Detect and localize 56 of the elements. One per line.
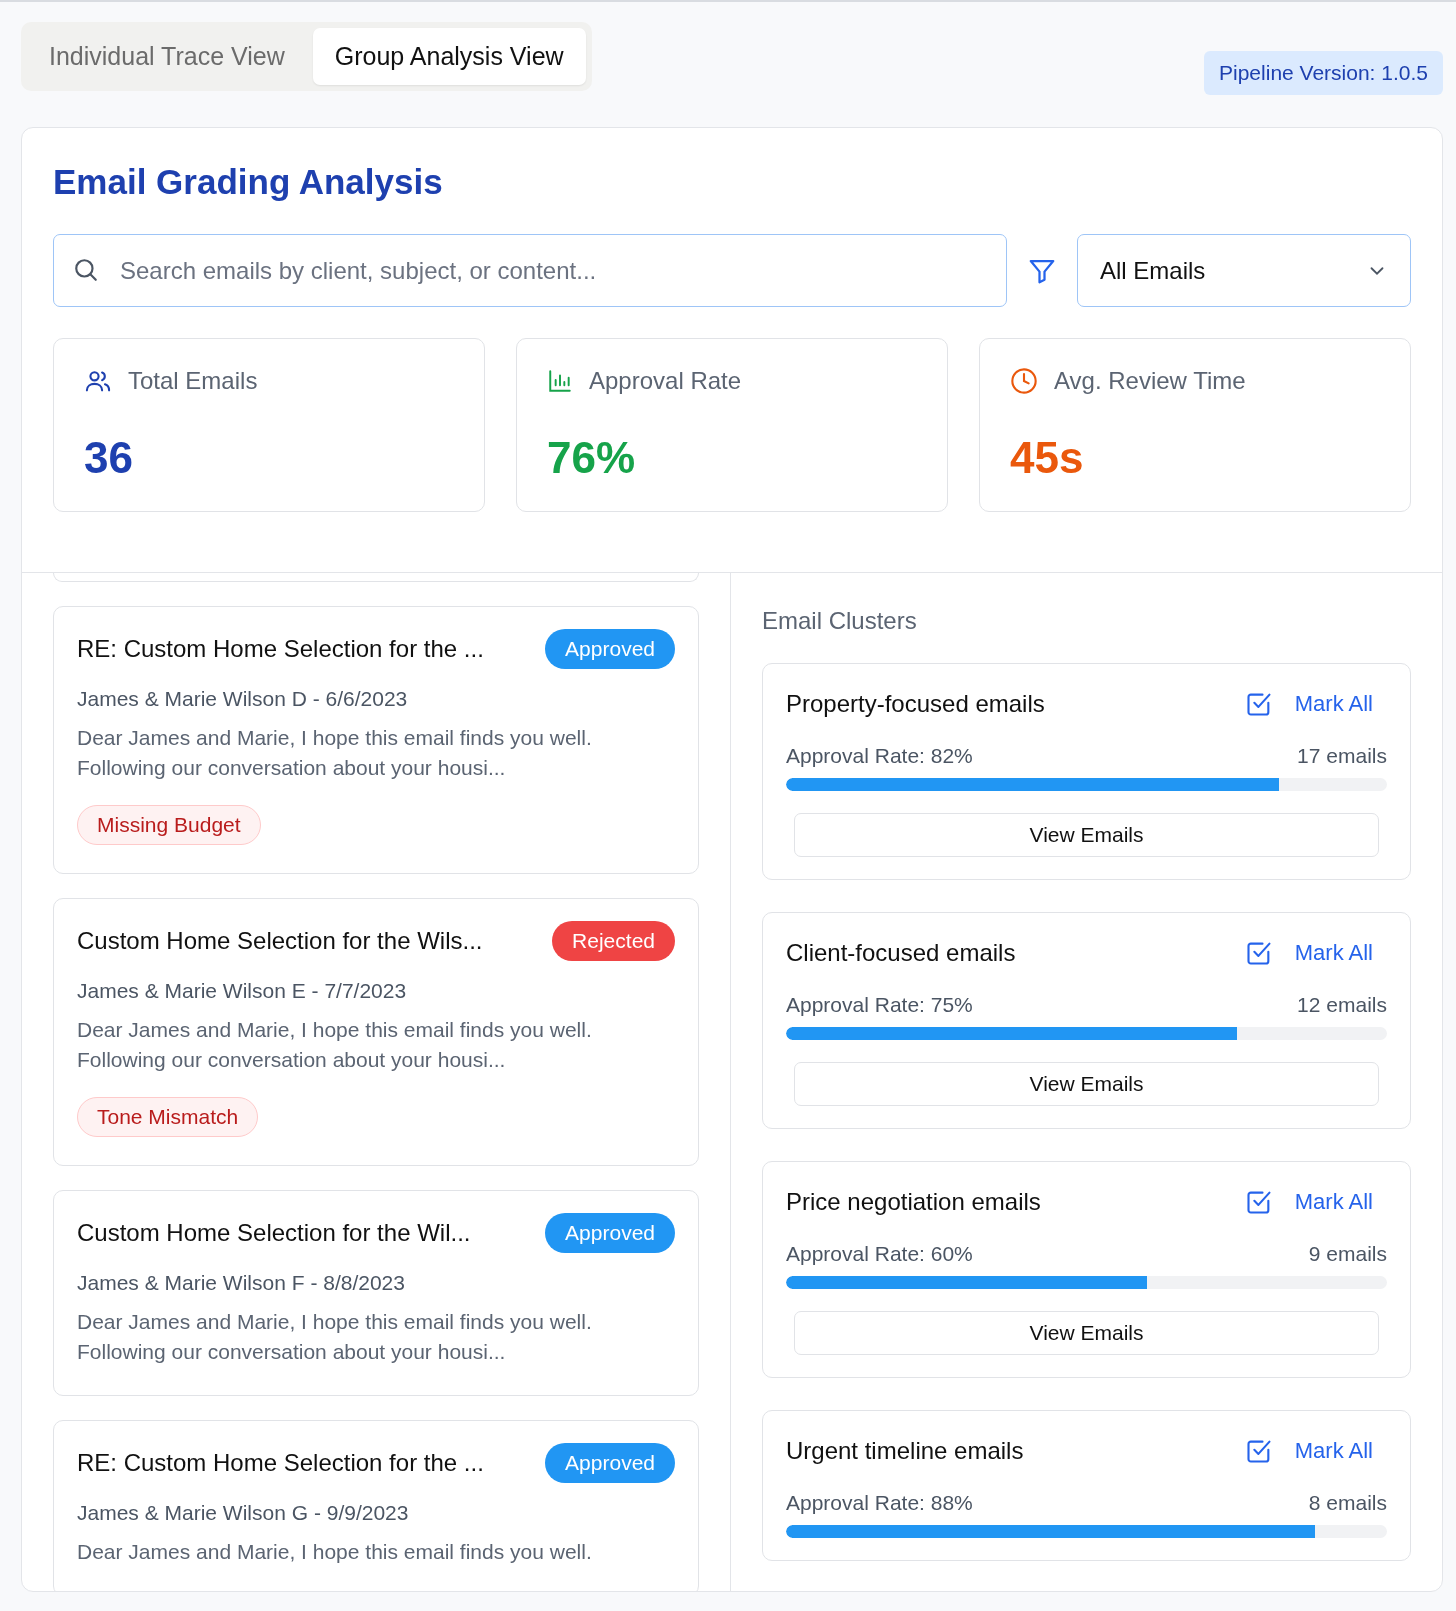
email-count: 17 emails <box>1297 744 1387 768</box>
sender-date: James & Marie Wilson F - 8/8/2023 <box>77 1271 406 1295</box>
email-card[interactable]: RE: Custom Home Selection for the ... Approved James & Marie Wilson D - 6/6/2023 Dear James and Marie, I hope this email finds you well. Following our conversation about your housi... Missing Budget <box>53 606 699 874</box>
section-title: Email Clusters <box>762 607 918 635</box>
bar-chart-icon <box>547 368 573 394</box>
page-title: Email Grading Analysis <box>53 162 444 202</box>
email-count: 8 emails <box>1308 1491 1387 1515</box>
mark-all-button[interactable]: Mark All <box>1244 690 1387 718</box>
clock-icon <box>1010 367 1038 395</box>
view-emails-button[interactable]: View Emails <box>794 1062 1379 1106</box>
email-preview: Dear James and Marie, I hope this email finds you well. Following our conversation about your housi... <box>77 1017 593 1073</box>
stat-value: 45s <box>1010 433 1085 483</box>
sender-date: James & Marie Wilson D - 6/6/2023 <box>77 687 409 711</box>
stat-label: Approval Rate <box>589 367 742 395</box>
mark-all-button[interactable]: Mark All <box>1244 1437 1387 1465</box>
stat-label: Total Emails <box>128 367 258 395</box>
view-emails-button[interactable]: View Emails <box>794 1311 1379 1355</box>
cluster-name: Client-focused emails <box>786 939 1016 967</box>
view-emails-button[interactable]: View Emails <box>794 813 1379 857</box>
cluster-name: Property-focused emails <box>786 690 1045 718</box>
approval-rate: Approval Rate: 75% <box>786 993 973 1017</box>
email-preview: Dear James and Marie, I hope this email finds you well. Following our conversation about your housi... <box>77 725 593 781</box>
issue-tag: Missing Budget <box>77 805 261 845</box>
cluster-name: Price negotiation emails <box>786 1188 1041 1216</box>
view-tab[interactable]: Group Analysis View <box>312 28 586 85</box>
sender-date: James & Marie Wilson E - 7/7/2023 <box>77 979 408 1003</box>
email-filter-dropdown[interactable]: All Emails <box>1077 234 1411 307</box>
approval-rate: Approval Rate: 88% <box>786 1491 973 1515</box>
email-preview: Dear James and Marie, I hope this email finds you well. <box>77 1539 593 1565</box>
email-count: 9 emails <box>1308 1242 1387 1266</box>
search-icon <box>73 257 99 283</box>
version-badge: Pipeline Version: 1.0.5 <box>1204 51 1443 95</box>
stat-label: Avg. Review Time <box>1054 367 1246 395</box>
status-badge: Rejected <box>552 921 675 961</box>
search-field[interactable]: Search emails by client, subject, or content... <box>53 234 1007 307</box>
mark-all-button[interactable]: Mark All <box>1244 1188 1387 1216</box>
status-badge: Approved <box>545 1443 675 1483</box>
approval-rate: Approval Rate: 82% <box>786 744 973 768</box>
status-badge: Approved <box>545 1213 675 1253</box>
email-count: 12 emails <box>1297 993 1387 1017</box>
approval-rate: Approval Rate: 60% <box>786 1242 973 1266</box>
email-card[interactable]: Custom Home Selection for the Wils... Rejected James & Marie Wilson E - 7/7/2023 Dear James and Marie, I hope this email finds you well. Following our conversation about your housi... Tone Mismatch <box>53 898 699 1166</box>
cluster-name: Urgent timeline emails <box>786 1437 1024 1465</box>
stat-value: 76% <box>547 433 637 483</box>
mark-all-button[interactable]: Mark All <box>1244 939 1387 967</box>
email-subject: Custom Home Selection for the Wil... <box>77 1219 471 1247</box>
view-tab[interactable]: Individual Trace View <box>27 28 307 85</box>
sender-date: James & Marie Wilson G - 9/9/2023 <box>77 1501 410 1525</box>
issue-tag: Tone Mismatch <box>77 1097 259 1137</box>
status-badge: Approved <box>545 629 675 669</box>
stat-value: 36 <box>84 433 134 483</box>
email-card[interactable]: Custom Home Selection for the Wil... Approved James & Marie Wilson F - 8/8/2023 Dear James and Marie, I hope this email finds you well. Following our conversation about your housi... <box>53 1190 699 1396</box>
email-preview: Dear James and Marie, I hope this email finds you well. Following our conversation about your housi... <box>77 1309 593 1365</box>
email-subject: Custom Home Selection for the Wils... <box>77 927 483 955</box>
email-subject: RE: Custom Home Selection for the ... <box>77 1449 484 1477</box>
email-subject: RE: Custom Home Selection for the ... <box>77 635 484 663</box>
